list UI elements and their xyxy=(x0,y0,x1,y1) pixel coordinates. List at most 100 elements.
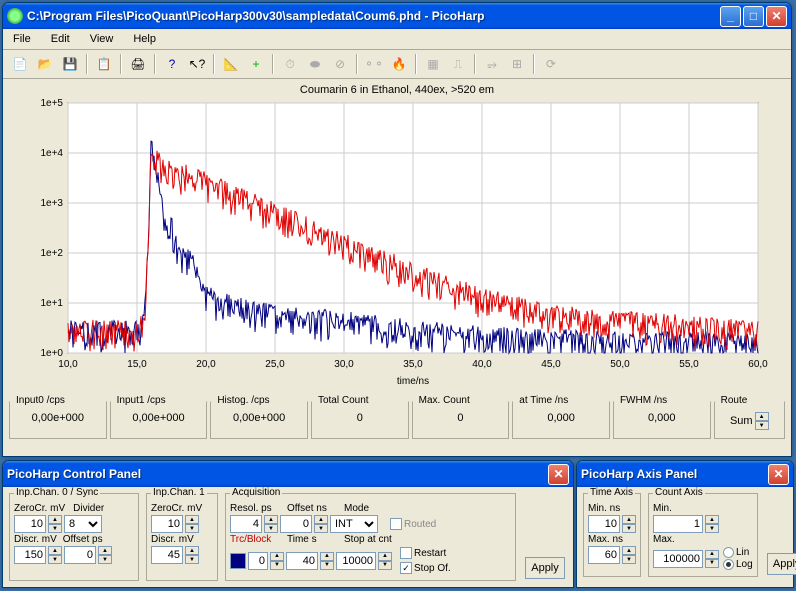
routed-checkbox[interactable] xyxy=(390,518,402,530)
print-icon[interactable]: 🖨 xyxy=(127,53,149,75)
ch0-zerocr-input[interactable] xyxy=(14,515,46,533)
control-titlebar[interactable]: PicoHarp Control Panel ✕ xyxy=(3,461,573,487)
close-button[interactable]: ✕ xyxy=(766,6,787,27)
status-panels: Input0 /cps0,00e+000 Input1 /cps0,00e+00… xyxy=(3,397,791,443)
count-max-input[interactable] xyxy=(653,550,703,568)
acq-offset-input[interactable] xyxy=(280,515,312,533)
open-icon[interactable]: 📂 xyxy=(34,53,56,75)
ch0-discr-spinner[interactable]: ▲▼ xyxy=(48,546,62,564)
menu-edit[interactable]: Edit xyxy=(47,31,74,47)
svg-text:1e+2: 1e+2 xyxy=(40,248,63,259)
function-icon[interactable]: 🔥 xyxy=(388,53,410,75)
time-max-input[interactable] xyxy=(588,546,620,564)
chart-area: Coumarin 6 in Ethanol, 440ex, >520 em 1e… xyxy=(3,79,791,397)
axis-close-button[interactable]: ✕ xyxy=(768,464,789,485)
cursor-icon[interactable]: + xyxy=(245,53,267,75)
lin-radio[interactable] xyxy=(723,547,734,558)
count-min-input[interactable] xyxy=(653,515,703,533)
control-apply-button[interactable]: Apply xyxy=(525,557,565,579)
ch0-offset-spinner[interactable]: ▲▼ xyxy=(98,546,112,564)
time-axis-fieldset: Time Axis Min. ns ▲▼ Max. ns ▲▼ xyxy=(583,493,641,577)
count-axis-fieldset: Count Axis Min. ▲▼ Max. ▲▼ Lin Log xyxy=(648,493,758,577)
app-icon xyxy=(7,8,23,24)
ch1-zerocr-spinner[interactable]: ▲▼ xyxy=(185,515,199,533)
ch1-discr-input[interactable] xyxy=(151,546,183,564)
maximize-button[interactable]: □ xyxy=(743,6,764,27)
svg-text:1e+4: 1e+4 xyxy=(40,148,63,159)
ch1-discr-spinner[interactable]: ▲▼ xyxy=(185,546,199,564)
svg-text:1e+3: 1e+3 xyxy=(40,198,63,209)
control-window: PicoHarp Control Panel ✕ Inp.Chan. 0 / S… xyxy=(2,460,574,588)
acq-stop-input[interactable] xyxy=(336,552,376,570)
time-min-input[interactable] xyxy=(588,515,620,533)
copy-icon[interactable]: 📋 xyxy=(93,53,115,75)
tool4-icon[interactable]: ⊞ xyxy=(506,53,528,75)
trc-color-box[interactable] xyxy=(230,553,246,569)
tool3-icon[interactable]: ⥴ xyxy=(481,53,503,75)
context-help-icon[interactable]: ↖? xyxy=(186,53,208,75)
acq-resol-spinner[interactable]: ▲▼ xyxy=(264,515,278,533)
ch0-offset-input[interactable] xyxy=(64,546,96,564)
start-icon[interactable]: ⏱ xyxy=(279,53,301,75)
svg-text:20,0: 20,0 xyxy=(196,359,216,370)
log-radio[interactable] xyxy=(723,559,734,570)
acq-mode-select[interactable]: INT xyxy=(330,515,378,533)
axis-apply-button[interactable]: Apply xyxy=(767,553,796,575)
svg-text:50,0: 50,0 xyxy=(610,359,630,370)
save-icon[interactable]: 💾 xyxy=(59,53,81,75)
menubar: File Edit View Help xyxy=(3,29,791,50)
tool2-icon[interactable]: ⎍ xyxy=(447,53,469,75)
axis-titlebar[interactable]: PicoHarp Axis Panel ✕ xyxy=(577,461,793,487)
svg-text:30,0: 30,0 xyxy=(334,359,354,370)
acq-time-input[interactable] xyxy=(286,552,318,570)
ch0-discr-input[interactable] xyxy=(14,546,46,564)
toolbar: 📄 📂 💾 📋 🖨 ? ↖? 📐 + ⏱ ⬬ ⊘ ⚬⚬ 🔥 ▦ ⎍ ⥴ ⊞ ⟳ xyxy=(3,50,791,79)
ch0-divider-select[interactable]: 8 xyxy=(64,515,102,533)
route-spinner[interactable]: ▲▼ xyxy=(755,412,769,430)
tool1-icon[interactable]: ▦ xyxy=(422,53,444,75)
count-min-spinner[interactable]: ▲▼ xyxy=(705,515,719,533)
status-input1: Input1 /cps0,00e+000 xyxy=(110,401,208,439)
acq-time-spinner[interactable]: ▲▼ xyxy=(320,552,334,570)
menu-help[interactable]: Help xyxy=(129,31,160,47)
acq-fieldset: Acquisition Resol. ps Offset ns Mode ▲▼ … xyxy=(225,493,516,581)
ch1-zerocr-input[interactable] xyxy=(151,515,183,533)
time-min-spinner[interactable]: ▲▼ xyxy=(622,515,636,533)
stopof-checkbox[interactable]: ✓ xyxy=(400,562,412,574)
status-attime: at Time /ns0,000 xyxy=(512,401,610,439)
svg-text:60,0: 60,0 xyxy=(748,359,768,370)
tool5-icon[interactable]: ⟳ xyxy=(540,53,562,75)
restart-checkbox[interactable] xyxy=(400,547,412,559)
minimize-button[interactable]: _ xyxy=(720,6,741,27)
clear-icon[interactable]: ⊘ xyxy=(329,53,351,75)
svg-text:40,0: 40,0 xyxy=(472,359,492,370)
menu-view[interactable]: View xyxy=(86,31,118,47)
help-icon[interactable]: ? xyxy=(161,53,183,75)
trt-icon[interactable]: ⚬⚬ xyxy=(363,53,385,75)
axis-icon[interactable]: 📐 xyxy=(220,53,242,75)
new-icon[interactable]: 📄 xyxy=(9,53,31,75)
menu-file[interactable]: File xyxy=(9,31,35,47)
ch0-zerocr-spinner[interactable]: ▲▼ xyxy=(48,515,62,533)
acq-trc-input[interactable] xyxy=(248,552,268,570)
chart[interactable]: 1e+01e+11e+21e+31e+41e+510,015,020,025,0… xyxy=(13,98,773,388)
svg-text:35,0: 35,0 xyxy=(403,359,423,370)
status-route: RouteSum▲▼ xyxy=(714,401,785,439)
acq-trc-spinner[interactable]: ▲▼ xyxy=(270,552,284,570)
time-max-spinner[interactable]: ▲▼ xyxy=(622,546,636,564)
status-histog: Histog. /cps0,00e+000 xyxy=(210,401,308,439)
svg-text:45,0: 45,0 xyxy=(541,359,561,370)
acq-resol-input[interactable] xyxy=(230,515,262,533)
acq-stop-spinner[interactable]: ▲▼ xyxy=(378,552,392,570)
status-total: Total Count0 xyxy=(311,401,409,439)
stop-icon[interactable]: ⬬ xyxy=(304,53,326,75)
svg-text:time/ns: time/ns xyxy=(397,376,429,387)
acq-offset-spinner[interactable]: ▲▼ xyxy=(314,515,328,533)
svg-text:1e+0: 1e+0 xyxy=(40,348,63,359)
svg-text:1e+5: 1e+5 xyxy=(40,98,63,109)
svg-text:10,0: 10,0 xyxy=(58,359,78,370)
count-max-spinner[interactable]: ▲▼ xyxy=(705,550,719,568)
main-titlebar[interactable]: C:\Program Files\PicoQuant\PicoHarp300v3… xyxy=(3,3,791,29)
control-close-button[interactable]: ✕ xyxy=(548,464,569,485)
ch1-fieldset: Inp.Chan. 1 ZeroCr. mV ▲▼ Discr. mV ▲▼ xyxy=(146,493,218,581)
